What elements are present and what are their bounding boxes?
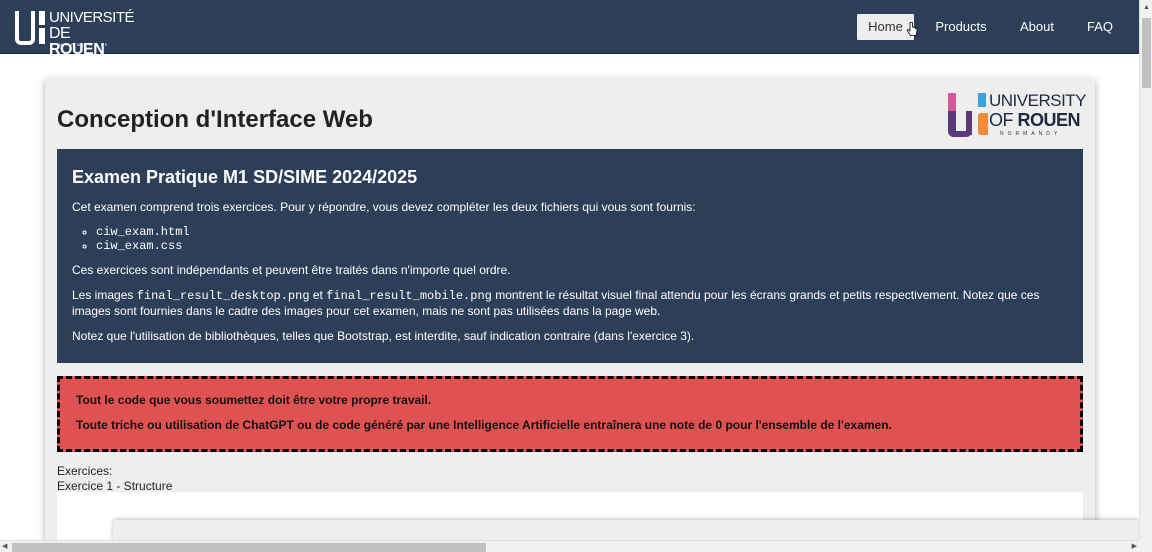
university-of-rouen-logo: UNIVERSITY OF ROUEN NORMANDY	[948, 92, 1087, 139]
p3-code-desktop: final_result_desktop.png	[136, 289, 310, 303]
intro-paragraph-3: Les images final_result_desktop.png et f…	[72, 288, 1068, 319]
logo-text-line1: UNIVERSITÉ	[49, 9, 135, 26]
file-list: ciw_exam.html ciw_exam.css	[96, 225, 1068, 253]
p3-text-b: et	[309, 288, 327, 302]
hand-pointer-icon	[906, 22, 918, 36]
intro-paragraph-2: Ces exercices sont indépendants et peuve…	[72, 263, 511, 277]
logo-bar-top	[39, 11, 45, 25]
file-list-item: ciw_exam.css	[96, 239, 1068, 253]
universite-rouen-logo[interactable]: UNIVERSITÉ DE ROUEN NORMANDIE	[15, 10, 135, 58]
logo-text-de: DE	[49, 25, 71, 42]
intro-paragraph-1: Cet examen comprend trois exercices. Pou…	[72, 200, 696, 214]
logo-text-normandy: NORMANDY	[1000, 131, 1062, 137]
vertical-scrollbar[interactable]: ▲	[1139, 0, 1152, 552]
page-title: Conception d'Interface Web	[57, 106, 373, 133]
exercises-label: Exercices:	[57, 464, 113, 478]
warning-box: Tout le code que vous soumettez doit êtr…	[57, 376, 1083, 452]
nav-products[interactable]: Products	[928, 14, 994, 40]
logo-blue-bar	[978, 93, 986, 107]
exercises-section: Exercices: Exercice 1 - Structure	[57, 464, 172, 494]
scroll-up-icon[interactable]: ▲	[1143, 4, 1150, 11]
vertical-scroll-thumb[interactable]	[1142, 18, 1151, 88]
warning-line-1: Tout le code que vous soumettez doit êtr…	[76, 393, 432, 407]
warning-line-2: Toute triche ou utilisation de ChatGPT o…	[76, 418, 892, 432]
scrollbar-corner	[1139, 540, 1152, 552]
nav-about[interactable]: About	[1012, 14, 1062, 40]
horizontal-scroll-thumb[interactable]	[12, 543, 486, 552]
logo-u-shape	[15, 11, 35, 45]
p3-code-mobile: final_result_mobile.png	[326, 289, 492, 303]
intro-heading: Examen Pratique M1 SD/SIME 2024/2025	[72, 167, 418, 187]
logo-text-rouen-main: ROUEN	[1017, 110, 1081, 130]
nav-faq[interactable]: FAQ	[1080, 14, 1120, 40]
logo-text-of-rouen: OF ROUEN	[989, 110, 1081, 130]
intro-panel: Examen Pratique M1 SD/SIME 2024/2025 Cet…	[57, 149, 1083, 363]
logo-bar-bottom	[39, 28, 45, 44]
scroll-left-icon[interactable]: ◀	[2, 542, 7, 550]
logo-pink-bar	[948, 93, 956, 111]
intro-paragraph-4: Notez que l'utilisation de bibliothèques…	[72, 329, 695, 343]
scroll-right-icon[interactable]: ▶	[1132, 542, 1137, 550]
horizontal-scrollbar[interactable]: ◀ ▶	[0, 540, 1139, 552]
logo-text-of: OF	[989, 110, 1014, 130]
p3-text-a: Les images	[72, 288, 137, 302]
logo-purple-bottom	[948, 131, 972, 137]
logo-text-university: UNIVERSITY	[989, 91, 1087, 110]
logo-orange-bar	[978, 113, 988, 135]
logo-text-line3: NORMANDIE	[59, 42, 111, 47]
file-list-item: ciw_exam.html	[96, 225, 1068, 239]
